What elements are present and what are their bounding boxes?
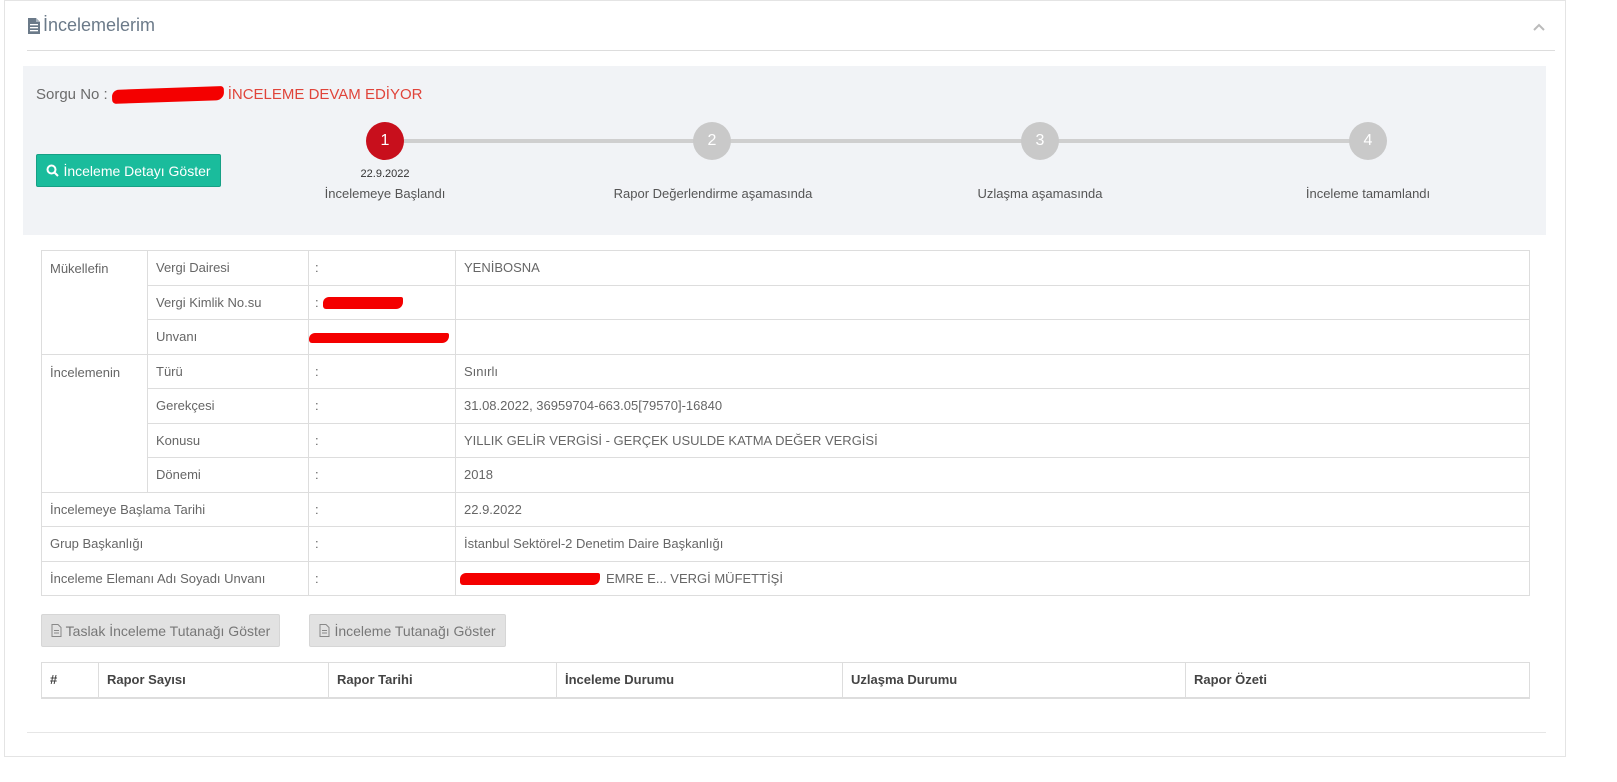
turu-label: Türü bbox=[147, 353, 309, 389]
konusu-label: Konusu bbox=[147, 422, 309, 458]
eleman-label: İnceleme Elemanı Adı Soyadı Unvanı bbox=[41, 560, 309, 596]
sorgu-label: Sorgu No : bbox=[36, 86, 108, 103]
divider bbox=[27, 732, 1546, 733]
inceleme-tutanak-label: İnceleme Tutanağı Göster bbox=[334, 622, 496, 639]
eleman-value: EMRE E... VERGİ MÜFETTİŞİ bbox=[455, 560, 1530, 596]
status-box: Sorgu No : İNCELEME DEVAM EDİYOR İncelem… bbox=[23, 66, 1546, 235]
grup-label: Grup Başkanlığı bbox=[41, 526, 309, 562]
table-row: Dönemi : 2018 bbox=[42, 457, 1530, 493]
mukellefin-group: Mükellefin bbox=[41, 250, 148, 355]
table-row: İnceleme Elemanı Adı Soyadı Unvanı : EMR… bbox=[41, 560, 1530, 596]
donemi-label: Dönemi bbox=[147, 457, 309, 493]
step-1-label: İncelemeye Başlandı bbox=[324, 186, 446, 201]
table-row: Gerekçesi : 31.08.2022, 36959704-663.05[… bbox=[42, 388, 1530, 424]
stepper-line bbox=[385, 139, 1385, 143]
vkn-label: Vergi Kimlik No.su bbox=[147, 284, 309, 320]
status-text: İNCELEME DEVAM EDİYOR bbox=[227, 86, 423, 103]
table-row: Unvanı bbox=[42, 319, 1530, 355]
separator: : bbox=[308, 388, 456, 424]
separator bbox=[308, 319, 456, 355]
file-icon bbox=[51, 624, 62, 637]
table-row: Grup Başkanlığı : İstanbul Sektörel-2 De… bbox=[41, 526, 1530, 562]
donemi-value: 2018 bbox=[455, 457, 1530, 493]
baslama-label: İncelemeye Başlama Tarihi bbox=[41, 491, 309, 527]
taslak-tutanak-label: Taslak İnceleme Tutanağı Göster bbox=[65, 622, 271, 639]
separator: : bbox=[308, 560, 456, 596]
vkn-value bbox=[455, 284, 1530, 320]
search-icon bbox=[46, 164, 60, 177]
step-4-circle: 4 bbox=[1349, 122, 1387, 160]
redaction-mark bbox=[322, 297, 403, 310]
vergi-dairesi-value: YENİBOSNA bbox=[455, 250, 1530, 286]
konusu-value: YILLIK GELİR VERGİSİ - GERÇEK USULDE KAT… bbox=[455, 422, 1530, 458]
table-row: Mükellefin Vergi Dairesi : YENİBOSNA bbox=[41, 250, 1530, 355]
step-2-label: Rapor Değerlendirme aşamasında bbox=[613, 186, 813, 201]
redaction-mark bbox=[309, 332, 449, 343]
step-3-label: Uzlaşma aşamasında bbox=[977, 186, 1103, 201]
separator: : bbox=[308, 526, 456, 562]
inceleme-tutanak-button[interactable]: İnceleme Tutanağı Göster bbox=[309, 614, 506, 647]
separator: : bbox=[308, 491, 456, 527]
col-rapor-sayisi[interactable]: Rapor Sayısı bbox=[98, 662, 329, 699]
table-row: İncelemenin Türü : Sınırlı bbox=[41, 353, 1530, 493]
separator: : bbox=[308, 284, 456, 320]
turu-value: Sınırlı bbox=[455, 353, 1530, 389]
redaction-mark bbox=[460, 573, 600, 586]
separator: : bbox=[308, 250, 456, 286]
sorgu-row: Sorgu No : İNCELEME DEVAM EDİYOR bbox=[36, 85, 423, 104]
panel-header: İncelemelerim bbox=[27, 15, 1555, 51]
table-row: Konusu : YILLIK GELİR VERGİSİ - GERÇEK U… bbox=[42, 422, 1530, 458]
col-rapor-tarihi[interactable]: Rapor Tarihi bbox=[328, 662, 557, 699]
step-3-circle: 3 bbox=[1021, 122, 1059, 160]
step-2-circle: 2 bbox=[693, 122, 731, 160]
unvan-value bbox=[455, 319, 1530, 355]
redaction-mark bbox=[111, 85, 224, 104]
panel-title: İncelemelerim bbox=[27, 15, 155, 36]
inceleme-detay-label: İnceleme Detayı Göster bbox=[63, 162, 211, 179]
taslak-tutanak-button[interactable]: Taslak İnceleme Tutanağı Göster bbox=[41, 614, 280, 647]
baslama-value: 22.9.2022 bbox=[455, 491, 1530, 527]
separator: : bbox=[308, 353, 456, 389]
incelemenin-group: İncelemenin bbox=[41, 353, 148, 493]
chevron-up-icon[interactable] bbox=[1531, 19, 1547, 35]
col-number[interactable]: # bbox=[41, 662, 99, 699]
separator: : bbox=[308, 457, 456, 493]
report-table: # Rapor Sayısı Rapor Tarihi İnceleme Dur… bbox=[41, 662, 1530, 699]
separator: : bbox=[308, 422, 456, 458]
unvan-label: Unvanı bbox=[147, 319, 309, 355]
gerekcesi-label: Gerekçesi bbox=[147, 388, 309, 424]
report-header-row: # Rapor Sayısı Rapor Tarihi İnceleme Dur… bbox=[41, 662, 1530, 699]
step-1-date: 22.9.2022 bbox=[360, 168, 410, 180]
vergi-dairesi-label: Vergi Dairesi bbox=[147, 250, 309, 286]
step-1-circle: 1 bbox=[366, 122, 404, 160]
inceleme-detay-button[interactable]: İnceleme Detayı Göster bbox=[36, 154, 221, 187]
step-4-label: İnceleme tamamlandı bbox=[1305, 186, 1431, 201]
table-row: Vergi Kimlik No.su : bbox=[42, 284, 1530, 320]
col-uzlasma-durumu[interactable]: Uzlaşma Durumu bbox=[842, 662, 1186, 699]
table-row: İncelemeye Başlama Tarihi : 22.9.2022 bbox=[41, 491, 1530, 527]
document-icon bbox=[27, 17, 41, 34]
gerekcesi-value: 31.08.2022, 36959704-663.05[79570]-16840 bbox=[455, 388, 1530, 424]
col-rapor-ozeti[interactable]: Rapor Özeti bbox=[1185, 662, 1530, 699]
grup-value: İstanbul Sektörel-2 Denetim Daire Başkan… bbox=[455, 526, 1530, 562]
col-inceleme-durumu[interactable]: İnceleme Durumu bbox=[556, 662, 843, 699]
panel-title-text: İncelemelerim bbox=[43, 15, 156, 35]
inceleme-info-table: Mükellefin Vergi Dairesi : YENİBOSNA Ver… bbox=[41, 250, 1530, 596]
file-icon bbox=[319, 624, 330, 637]
